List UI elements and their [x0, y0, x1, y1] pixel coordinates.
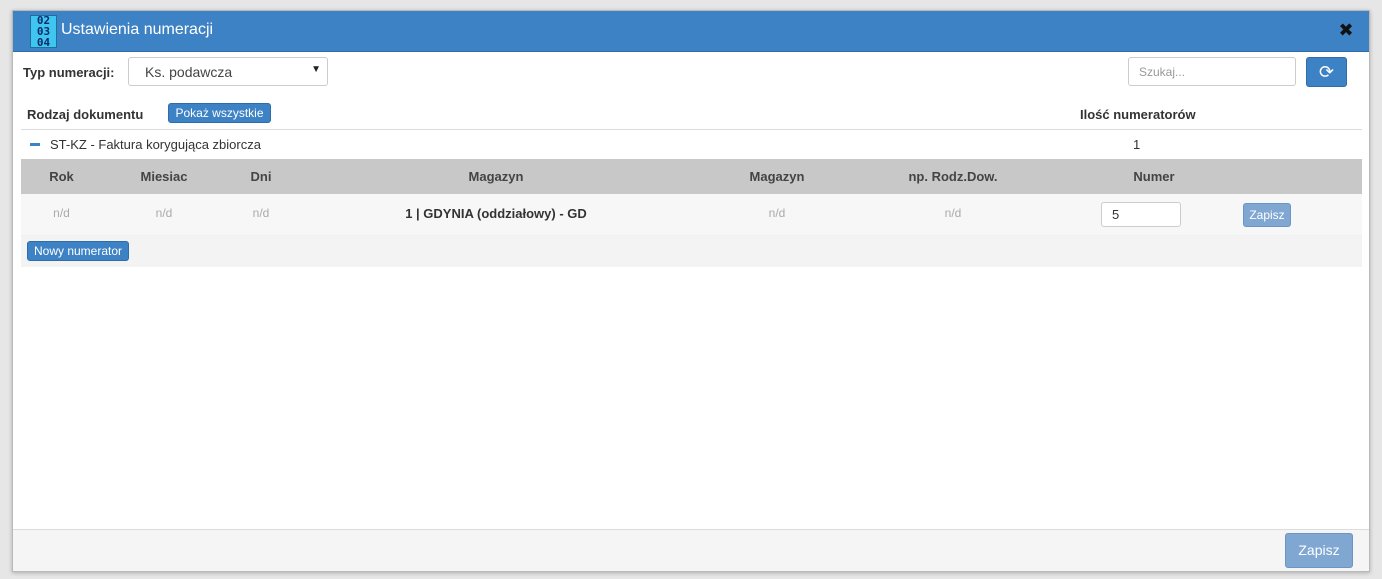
search-input[interactable] — [1128, 57, 1296, 86]
refresh-button[interactable]: ⟳ — [1306, 57, 1347, 87]
collapse-minus-icon[interactable] — [30, 143, 40, 146]
refresh-icon: ⟳ — [1318, 62, 1335, 82]
table-header: Rok Miesiac Dni Magazyn Magazyn np. Rodz… — [21, 159, 1362, 194]
document-group-row: ST-KZ - Faktura korygująca zbiorcza 1 — [21, 130, 1362, 159]
numerators-table: Rok Miesiac Dni Magazyn Magazyn np. Rodz… — [21, 159, 1362, 267]
numbering-type-select[interactable]: Ks. podawcza ▼ — [128, 57, 328, 86]
column-header-miesiac: Miesiac — [140, 169, 188, 184]
column-header-magazyn-2: Magazyn — [749, 169, 805, 184]
column-header-rodz-dow: np. Rodz.Dow. — [908, 169, 998, 184]
close-icon[interactable]: ✖ — [1337, 20, 1355, 40]
cell-dni: n/d — [252, 206, 270, 220]
numbering-icon: 02 03 04 — [30, 15, 57, 48]
new-numerator-row: Nowy numerator — [21, 236, 1362, 267]
caret-down-icon: ▼ — [311, 64, 321, 75]
new-numerator-button[interactable]: Nowy numerator — [27, 241, 129, 261]
dialog-footer: Zapisz — [13, 529, 1369, 571]
cell-rodz-dow: n/d — [944, 206, 962, 220]
numbering-type-label: Typ numeracji: — [23, 65, 115, 80]
numbering-type-value: Ks. podawcza — [145, 64, 233, 80]
cell-magazyn-2: n/d — [768, 206, 786, 220]
dialog-title: Ustawienia numeracji — [61, 21, 214, 38]
cell-rok: n/d — [53, 206, 70, 220]
column-header-magazyn: Magazyn — [468, 169, 524, 184]
numbering-settings-dialog: 02 03 04 Ustawienia numeracji ✖ Typ nume… — [12, 10, 1370, 572]
dialog-titlebar: 02 03 04 Ustawienia numeracji ✖ — [13, 11, 1369, 52]
numerator-count-label: Ilość numeratorów — [1080, 107, 1196, 122]
cell-magazyn: 1 | GDYNIA (oddziałowy) - GD — [405, 206, 587, 221]
table-row: n/d n/d n/d 1 | GDYNIA (oddziałowy) - GD… — [21, 194, 1362, 236]
cell-miesiac: n/d — [155, 206, 173, 220]
row-save-button[interactable]: Zapisz — [1243, 203, 1291, 227]
column-header-numer: Numer — [1133, 169, 1175, 184]
column-header-rok: Rok — [49, 169, 74, 184]
document-type-label: Rodzaj dokumentu — [27, 107, 144, 122]
number-input[interactable] — [1101, 202, 1181, 227]
save-button[interactable]: Zapisz — [1285, 533, 1353, 568]
show-all-button[interactable]: Pokaż wszystkie — [168, 103, 271, 123]
document-group-name: ST-KZ - Faktura korygująca zbiorcza — [50, 137, 261, 152]
icon-digit: 04 — [36, 36, 51, 48]
column-header-dni: Dni — [250, 169, 272, 184]
document-group-count: 1 — [1133, 137, 1141, 152]
